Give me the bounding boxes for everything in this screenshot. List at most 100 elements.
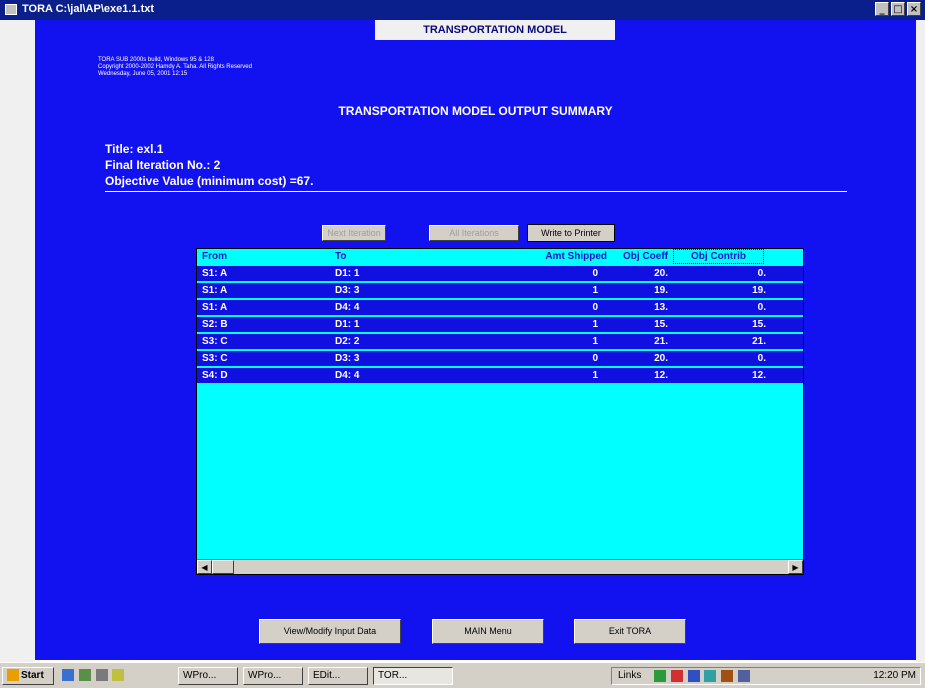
output-panel: TRANSPORTATION MODEL TORA SUB 2000s buil…: [35, 20, 916, 660]
cell-obj-contrib: 0.: [757, 268, 766, 279]
tray-app-icon[interactable]: [704, 670, 717, 682]
write-to-printer-button[interactable]: Write to Printer: [527, 224, 615, 242]
cell-obj-coeff: 12.: [654, 370, 668, 381]
cell-from: S2: B: [202, 319, 228, 330]
task-item[interactable]: WPro...: [178, 667, 238, 685]
cell-to: D3: 3: [335, 285, 360, 296]
divider: [105, 191, 847, 192]
cell-amt-shipped: 1: [592, 336, 598, 347]
table-row[interactable]: S1: A D1: 1 0 20. 0.: [197, 266, 803, 282]
table-row[interactable]: S4: D D4: 4 1 12. 12.: [197, 368, 803, 384]
cell-obj-coeff: 21.: [654, 336, 668, 347]
window-controls: _ □ ×: [875, 2, 921, 16]
tray-app-icon[interactable]: [737, 670, 750, 682]
view-modify-input-button[interactable]: View/Modify Input Data: [259, 619, 401, 644]
close-button[interactable]: ×: [907, 2, 921, 16]
table-row[interactable]: S3: C D3: 3 0 20. 0.: [197, 351, 803, 367]
cell-from: S3: C: [202, 353, 228, 364]
model-title: Title: exl.1: [105, 142, 164, 156]
cell-obj-coeff: 13.: [654, 302, 668, 313]
ie-icon[interactable]: [62, 669, 74, 681]
task-item-active[interactable]: TOR...: [373, 667, 453, 685]
clock: 12:20 PM: [873, 670, 916, 681]
windows-logo-icon: [7, 669, 19, 682]
quick-launch: [62, 669, 172, 683]
tray-app-icon[interactable]: [670, 670, 683, 682]
tray-icons: [654, 670, 752, 682]
all-iterations-button[interactable]: All Iterations: [429, 225, 519, 241]
cell-obj-contrib: 19.: [752, 285, 766, 296]
cell-to: D2: 2: [335, 336, 360, 347]
task-item[interactable]: EDit...: [308, 667, 368, 685]
window-left-margin: [0, 20, 35, 662]
cell-to: D4: 4: [335, 370, 360, 381]
explorer-icon[interactable]: [95, 669, 108, 681]
task-item[interactable]: WPro...: [243, 667, 303, 685]
cell-obj-coeff: 20.: [654, 268, 668, 279]
col-header-to[interactable]: To: [335, 249, 346, 264]
cell-obj-contrib: 0.: [757, 302, 766, 313]
scroll-thumb[interactable]: [212, 560, 234, 574]
cell-obj-coeff: 19.: [654, 285, 668, 296]
copyright-line: TORA SUB 2000s build, Windows 95 & 128: [98, 57, 214, 63]
cell-obj-contrib: 15.: [752, 319, 766, 330]
next-iteration-button[interactable]: Next Iteration: [322, 225, 386, 241]
cell-obj-contrib: 21.: [752, 336, 766, 347]
system-tray: Links 12:20 PM: [611, 667, 921, 685]
table-row[interactable]: S2: B D1: 1 1 15. 15.: [197, 317, 803, 333]
links-label[interactable]: Links: [618, 670, 641, 681]
col-header-amt-shipped[interactable]: Amt Shipped: [527, 249, 607, 264]
table-row[interactable]: S1: A D4: 4 0 13. 0.: [197, 300, 803, 316]
cell-from: S1: A: [202, 302, 228, 313]
cell-amt-shipped: 0: [592, 353, 598, 364]
cell-obj-coeff: 15.: [654, 319, 668, 330]
scroll-left-icon[interactable]: ◀: [197, 560, 212, 574]
cell-from: S1: A: [202, 268, 228, 279]
cell-to: D4: 4: [335, 302, 360, 313]
cell-from: S4: D: [202, 370, 228, 381]
grid-header: From To Amt Shipped Obj Coeff Obj Contri…: [197, 249, 803, 264]
cell-amt-shipped: 0: [592, 268, 598, 279]
results-grid[interactable]: From To Amt Shipped Obj Coeff Obj Contri…: [196, 248, 804, 575]
cell-obj-contrib: 12.: [752, 370, 766, 381]
table-row[interactable]: S3: C D2: 2 1 21. 21.: [197, 334, 803, 350]
objective-value: Objective Value (minimum cost) =67.: [105, 174, 314, 188]
cell-to: D3: 3: [335, 353, 360, 364]
panel-header: TRANSPORTATION MODEL: [375, 20, 615, 40]
cell-obj-coeff: 20.: [654, 353, 668, 364]
window-title: TORA C:\jal\AP\exe1.1.txt: [22, 3, 155, 15]
cell-amt-shipped: 1: [592, 370, 598, 381]
copyright-block: TORA SUB 2000s build, Windows 95 & 128 C…: [98, 57, 252, 78]
minimize-button[interactable]: _: [875, 2, 889, 16]
cell-from: S1: A: [202, 285, 228, 296]
cell-amt-shipped: 0: [592, 302, 598, 313]
col-header-obj-contrib[interactable]: Obj Contrib: [673, 249, 764, 264]
app-icon[interactable]: [5, 4, 17, 15]
horizontal-scrollbar[interactable]: ◀ ▶: [197, 559, 803, 574]
main-menu-button[interactable]: MAIN Menu: [432, 619, 544, 644]
col-header-from[interactable]: From: [202, 249, 227, 264]
cell-amt-shipped: 1: [592, 319, 598, 330]
scroll-right-icon[interactable]: ▶: [788, 560, 803, 574]
copyright-line: Copyright 2000-2002 Hamdy A. Taha. All R…: [98, 64, 252, 70]
tray-app-icon[interactable]: [654, 670, 666, 682]
maximize-button[interactable]: □: [891, 2, 905, 16]
start-label: Start: [21, 670, 44, 681]
summary-title: TRANSPORTATION MODEL OUTPUT SUMMARY: [338, 104, 613, 118]
windows-taskbar: Start WPro... WPro... EDit... TOR... Lin…: [0, 662, 925, 688]
exit-tora-button[interactable]: Exit TORA: [574, 619, 686, 644]
col-header-obj-coeff[interactable]: Obj Coeff: [605, 249, 668, 264]
cell-obj-contrib: 0.: [757, 353, 766, 364]
start-button[interactable]: Start: [2, 667, 54, 685]
window-titlebar[interactable]: TORA C:\jal\AP\exe1.1.txt _ □ ×: [0, 0, 925, 20]
outlook-icon[interactable]: [112, 669, 125, 681]
window-right-margin: [916, 20, 925, 662]
cell-to: D1: 1: [335, 268, 360, 279]
tray-app-icon[interactable]: [687, 670, 700, 682]
table-row[interactable]: S1: A D3: 3 1 19. 19.: [197, 283, 803, 299]
copyright-line: Wednesday, June 05, 2001 12:15: [98, 71, 188, 77]
final-iteration: Final Iteration No.: 2: [105, 158, 221, 172]
cell-to: D1: 1: [335, 319, 360, 330]
tray-app-icon[interactable]: [721, 670, 734, 682]
desktop-icon[interactable]: [78, 669, 91, 681]
